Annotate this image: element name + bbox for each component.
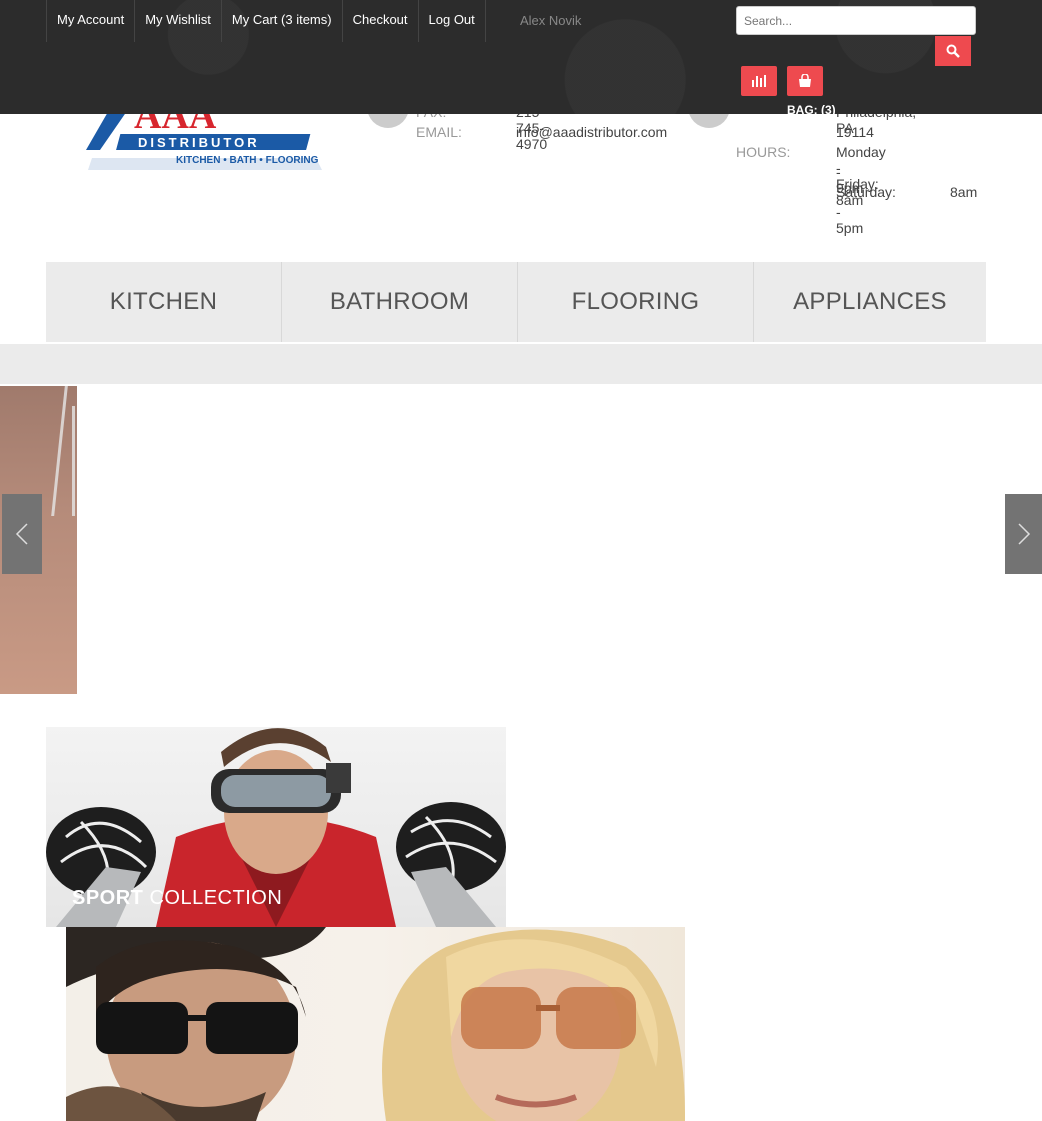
slider-next-button[interactable]: [1005, 494, 1042, 574]
sunglasses-banner[interactable]: [66, 927, 685, 1121]
logo-distributor-text: DISTRIBUTOR: [138, 135, 260, 150]
sport-collection-caption: SPORT COLLECTION: [72, 887, 282, 910]
nav-appliances[interactable]: APPLIANCES: [754, 262, 986, 342]
bag-button[interactable]: [787, 66, 823, 96]
email-link[interactable]: info@aaadistributor.com: [516, 124, 667, 140]
search-icon: [946, 44, 960, 58]
chevron-left-icon: [15, 523, 28, 545]
sport-caption-rest: COLLECTION: [149, 887, 283, 909]
account-nav: My Account My Wishlist My Cart (3 items)…: [46, 0, 486, 42]
compare-button[interactable]: [741, 66, 777, 96]
my-cart-link[interactable]: My Cart (3 items): [222, 0, 343, 42]
nav-flooring[interactable]: FLOORING: [518, 262, 754, 342]
nav-bathroom[interactable]: BATHROOM: [282, 262, 518, 342]
shopping-bag-icon: [799, 74, 811, 87]
top-header-bar: My Account My Wishlist My Cart (3 items)…: [0, 0, 1042, 114]
my-wishlist-link[interactable]: My Wishlist: [135, 0, 222, 42]
my-account-link[interactable]: My Account: [47, 0, 136, 42]
hours-saturday-end: - 5pm: [836, 204, 864, 236]
user-name: Alex Novik: [520, 13, 582, 28]
email-label: EMAIL:: [416, 124, 462, 140]
log-out-link[interactable]: Log Out: [419, 0, 486, 42]
sub-navigation-bar: [0, 344, 1042, 384]
hours-saturday-value: 8am: [950, 184, 978, 200]
hours-saturday-label: Saturday:: [836, 184, 896, 200]
slider-image-rail: [72, 406, 75, 516]
search-button[interactable]: [935, 36, 971, 66]
slider-image-rail: [51, 386, 68, 516]
logo-tagline-text: KITCHEN • BATH • FLOORING: [176, 155, 319, 166]
slider-prev-button[interactable]: [2, 494, 42, 574]
checkout-link[interactable]: Checkout: [343, 0, 419, 42]
bag-count-label[interactable]: BAG: (3): [787, 103, 836, 117]
search-input[interactable]: [736, 6, 976, 35]
bar-chart-icon: [752, 75, 766, 87]
main-category-nav: KITCHEN BATHROOM FLOORING APPLIANCES: [46, 262, 986, 342]
sport-caption-bold: SPORT: [72, 887, 144, 909]
nav-kitchen[interactable]: KITCHEN: [46, 262, 282, 342]
address-zip: 19114: [836, 124, 874, 140]
chevron-right-icon: [1017, 523, 1030, 545]
hours-label: HOURS:: [736, 144, 791, 160]
sport-collection-banner[interactable]: SPORT COLLECTION: [46, 727, 506, 927]
sunglasses-banner-image: [66, 927, 685, 1121]
